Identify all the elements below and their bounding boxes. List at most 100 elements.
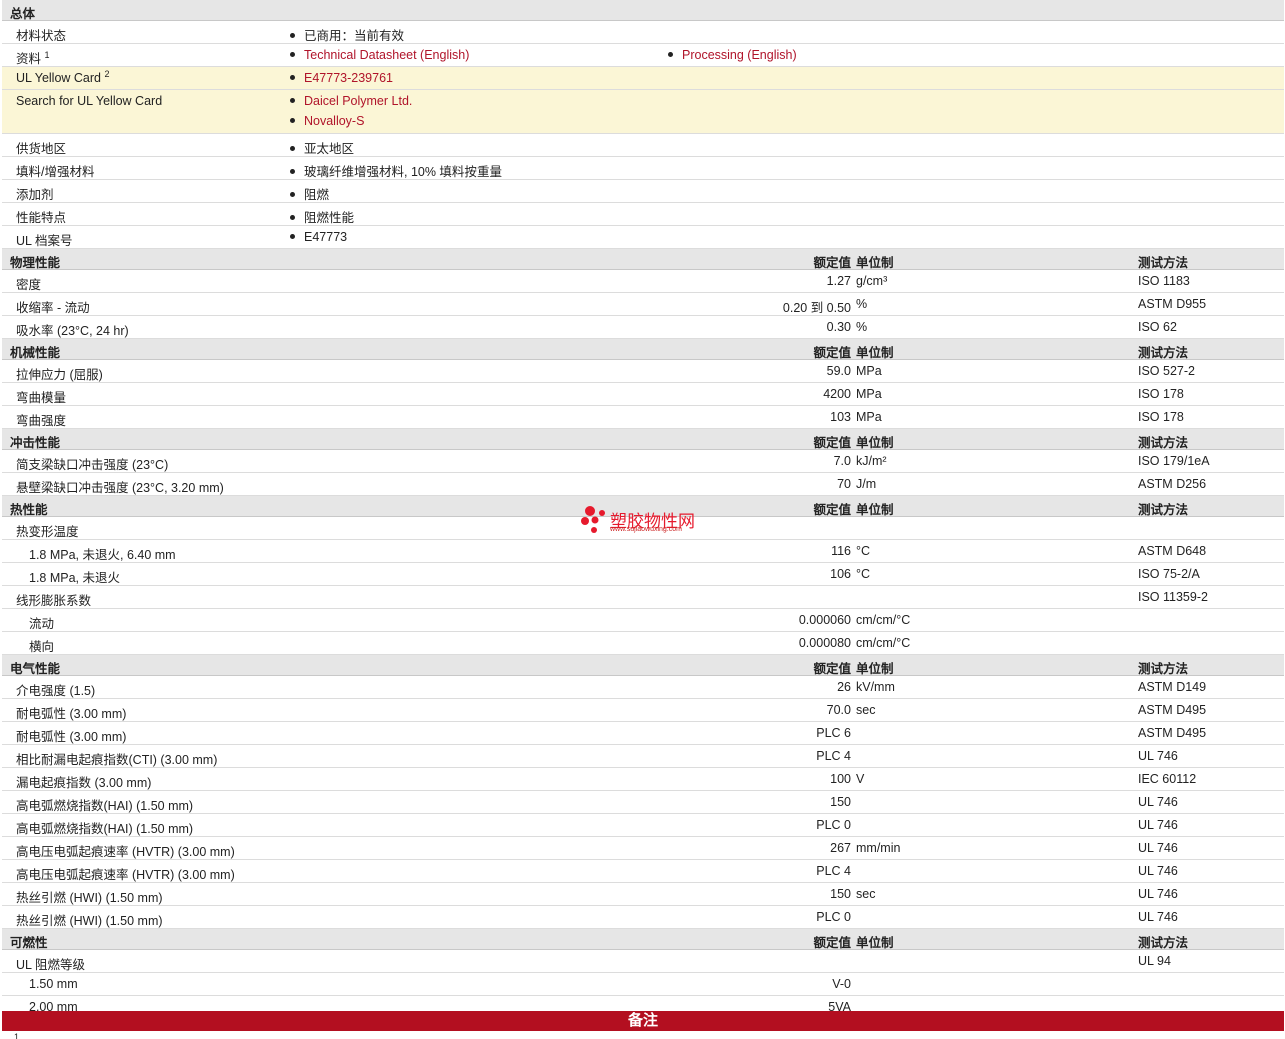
property-row: 高电压电弧起痕速率 (HVTR) (3.00 mm) PLC 4 UL 746 <box>2 860 1284 883</box>
header-test: 测试方法 <box>1138 256 1189 270</box>
property-label: 热变形温度 <box>16 525 79 539</box>
row-region: 供货地区 亚太地区 <box>2 134 1284 157</box>
header-rated: 额定值 <box>813 436 851 450</box>
bullet-item: 玻璃纤维增强材料, 10% 填料按重量 <box>290 161 502 180</box>
row-search-ul: Search for UL Yellow Card Daicel Polymer… <box>2 90 1284 134</box>
property-label: 吸水率 (23°C, 24 hr) <box>16 324 129 338</box>
ul-card-link[interactable]: E47773-239761 <box>304 71 393 85</box>
property-value: 150 <box>830 887 851 901</box>
bullet-item: 阻燃 <box>290 184 329 203</box>
property-test-method: ASTM D648 <box>1138 544 1207 558</box>
property-row: 1.8 MPa, 未退火 106 °C ISO 75-2/A <box>2 563 1284 586</box>
bullet-item: Processing (English) <box>668 48 797 62</box>
header-unit: 单位制 <box>856 662 894 676</box>
property-label: 悬壁梁缺口冲击强度 (23°C, 3.20 mm) <box>16 481 224 495</box>
property-row: 热丝引燃 (HWI) (1.50 mm) 150 sec UL 746 <box>2 883 1284 906</box>
property-row: 耐电弧性 (3.00 mm) PLC 6 ASTM D495 <box>2 722 1284 745</box>
property-test-method: ISO 1183 <box>1138 274 1190 288</box>
row-ul-file: UL 档案号 E47773 <box>2 226 1284 249</box>
property-unit: % <box>856 297 868 311</box>
header-test: 测试方法 <box>1138 503 1189 517</box>
property-test-method: ISO 178 <box>1138 387 1184 401</box>
row-label: 材料状态 <box>16 29 67 43</box>
property-test-method: ASTM D495 <box>1138 703 1207 717</box>
property-unit: kJ/m² <box>856 454 887 468</box>
property-value: 0.000080 <box>798 636 851 650</box>
property-label: 热丝引燃 (HWI) (1.50 mm) <box>16 891 163 905</box>
property-value: 116 <box>831 544 851 558</box>
property-value: PLC 4 <box>816 749 851 763</box>
property-row: 吸水率 (23°C, 24 hr) 0.30% ISO 62 <box>2 316 1284 339</box>
property-value: 103 <box>830 410 851 424</box>
row-label: 资料 1 <box>16 49 50 66</box>
row-label: 添加剂 <box>16 188 54 202</box>
technical-datasheet-link[interactable]: Technical Datasheet (English) <box>304 48 469 62</box>
row-label: 供货地区 <box>16 142 67 156</box>
row-label: UL 档案号 <box>16 234 73 248</box>
bullet-item: Technical Datasheet (English) <box>290 48 469 62</box>
bullet-item: Novalloy-S <box>290 114 364 128</box>
property-value: 150 <box>830 795 851 809</box>
property-test-method: UL 746 <box>1138 887 1178 901</box>
property-label: 高电压电弧起痕速率 (HVTR) (3.00 mm) <box>16 868 235 882</box>
row-label: UL Yellow Card 2 <box>16 68 110 85</box>
property-test-method: UL 746 <box>1138 749 1178 763</box>
row-documents: 资料 1 Technical Datasheet (English) Proce… <box>2 44 1284 67</box>
property-value: 26 <box>837 680 851 694</box>
header-rated: 额定值 <box>813 346 851 360</box>
property-unit: sec <box>856 703 876 717</box>
property-test-method: ISO 527-2 <box>1138 364 1195 378</box>
property-label: 高电弧燃烧指数(HAI) (1.50 mm) <box>16 822 194 836</box>
property-row: 线形膨胀系数 ISO 11359-2 <box>2 586 1284 609</box>
property-unit: kV/mm <box>856 680 895 694</box>
header-test: 测试方法 <box>1138 346 1189 360</box>
property-unit: MPa <box>856 410 882 424</box>
property-value: 100 <box>830 772 851 786</box>
property-row: 悬壁梁缺口冲击强度 (23°C, 3.20 mm) 70 J/m ASTM D256 <box>2 473 1284 496</box>
property-label: UL 阻燃等级 <box>16 958 85 972</box>
footnote: 1 <box>14 1032 20 1039</box>
property-row: 1.8 MPa, 未退火, 6.40 mm 116 °C ASTM D648 <box>2 540 1284 563</box>
property-label: 耐电弧性 (3.00 mm) <box>16 707 127 721</box>
property-value: 267 <box>830 841 851 855</box>
section-title: 机械性能 <box>10 346 61 360</box>
property-unit: sec <box>856 887 876 901</box>
header-unit: 单位制 <box>856 346 894 360</box>
header-test: 测试方法 <box>1138 936 1189 950</box>
section-title: 可燃性 <box>10 936 48 950</box>
property-unit: cm/cm/°C <box>856 613 911 627</box>
property-row: UL 阻燃等级 UL 94 <box>2 950 1284 973</box>
section-mechanical: 机械性能 额定值 单位制 测试方法 <box>2 339 1284 360</box>
property-row: 热丝引燃 (HWI) (1.50 mm) PLC 0 UL 746 <box>2 906 1284 929</box>
property-row: 相比耐漏电起痕指数(CTI) (3.00 mm) PLC 4 UL 746 <box>2 745 1284 768</box>
bullet-item: E47773-239761 <box>290 71 393 85</box>
property-unit: MPa <box>856 387 882 401</box>
property-value: 70.0 <box>826 703 851 717</box>
processing-link[interactable]: Processing (English) <box>682 48 797 62</box>
property-test-method: ISO 11359-2 <box>1138 590 1208 604</box>
bullet-item: 已商用：当前有效 <box>290 25 404 44</box>
row-additive: 添加剂 阻燃 <box>2 180 1284 203</box>
property-test-method: ISO 178 <box>1138 410 1184 424</box>
property-label: 1.8 MPa, 未退火 <box>29 571 120 585</box>
property-test-method: ASTM D256 <box>1138 477 1207 491</box>
property-value: V-0 <box>832 977 851 991</box>
header-test: 测试方法 <box>1138 436 1189 450</box>
row-label: 填料/增强材料 <box>16 165 95 179</box>
property-row: 简支梁缺口冲击强度 (23°C) 7.0 kJ/m² ISO 179/1eA <box>2 450 1284 473</box>
section-title: 冲击性能 <box>10 436 61 450</box>
property-test-method: ISO 75-2/A <box>1138 567 1200 581</box>
bullet-item: 阻燃性能 <box>290 207 354 226</box>
property-value: 4200 <box>823 387 851 401</box>
property-label: 漏电起痕指数 (3.00 mm) <box>16 776 152 790</box>
daicel-link[interactable]: Daicel Polymer Ltd. <box>304 94 412 108</box>
property-test-method: ISO 179/1eA <box>1138 454 1210 468</box>
header-rated: 额定值 <box>813 256 851 270</box>
novalloy-link[interactable]: Novalloy-S <box>304 114 364 128</box>
section-title: 总体 <box>10 7 36 21</box>
property-row: 1.50 mm V-0 <box>2 973 1284 996</box>
header-rated: 额定值 <box>813 503 851 517</box>
property-sections: 物理性能 额定值 单位制 测试方法 密度 1.27 g/cm³ ISO 1183 收缩率 - 流… <box>2 249 1284 1019</box>
property-unit: J/m <box>856 477 877 491</box>
row-label: Search for UL Yellow Card <box>16 94 163 108</box>
